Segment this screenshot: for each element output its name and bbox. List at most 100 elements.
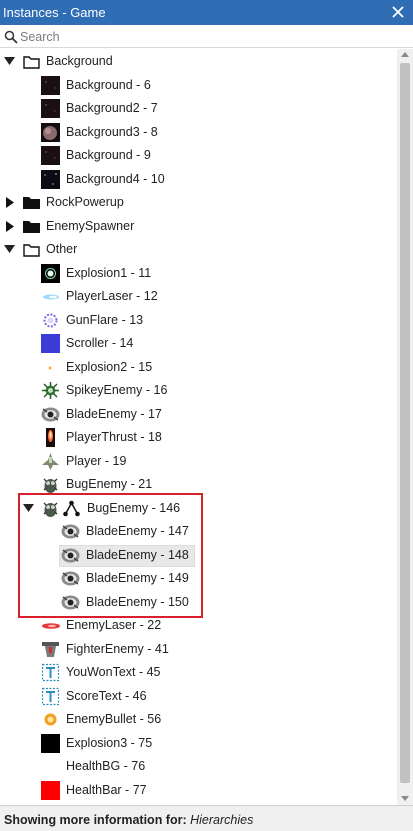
space-background-icon	[41, 146, 60, 165]
blank-icon	[41, 757, 60, 776]
tree-item-label: ScoreText - 46	[66, 688, 147, 703]
instance-tree: Background Background - 6 Background2 - 7 B…	[0, 49, 397, 805]
tree-row[interactable]: BladeEnemy - 147	[0, 520, 397, 543]
tree-item-label: GunFlare - 13	[66, 312, 144, 327]
tree-item-label: BladeEnemy - 149	[86, 571, 189, 585]
tree-item-label: Background3 - 8	[66, 124, 158, 139]
status-bar: Showing more information for: Hierarchie…	[0, 805, 413, 831]
tree-row[interactable]: HealthBG - 76	[0, 755, 397, 778]
scroller-swatch-icon	[41, 334, 60, 353]
tree-row[interactable]: Background - 9	[0, 144, 397, 167]
tree-item-label: Player - 19	[66, 453, 127, 468]
tree-item-label: EnemyLaser - 22	[66, 618, 162, 632]
tree-row[interactable]: FighterEnemy - 41	[0, 638, 397, 661]
folder-closed-icon	[23, 197, 40, 209]
planet-background-icon	[41, 122, 60, 142]
blade-enemy-icon	[41, 407, 60, 421]
tree-item-label: BladeEnemy - 147	[86, 524, 189, 538]
tree-item-label: Explosion1 - 11	[66, 265, 152, 280]
tree-item-label: Explosion3 - 75	[66, 735, 153, 750]
scroll-down-icon[interactable]	[401, 796, 409, 801]
tree-row[interactable]: Background - 6	[0, 74, 397, 97]
tree-row[interactable]: Explosion2 - 15	[0, 356, 397, 379]
tree-row[interactable]: BladeEnemy - 150	[0, 591, 397, 614]
tree-item-label: Background - 9	[66, 148, 151, 162]
tree-item-label: Background2 - 7	[66, 101, 158, 115]
expanded-arrow-icon[interactable]	[23, 503, 34, 514]
tree-item-label: Other	[46, 242, 78, 256]
blade-enemy-icon	[61, 548, 80, 562]
vertical-scrollbar[interactable]	[397, 49, 413, 805]
tree-row[interactable]: Explosion1 - 11	[0, 262, 397, 285]
tree-item-label: Background	[46, 54, 113, 68]
blade-enemy-icon	[61, 595, 80, 609]
window-title: Instances - Game	[3, 5, 106, 20]
search-input[interactable]	[20, 28, 400, 46]
tree-row[interactable]: Background3 - 8	[0, 121, 397, 144]
stars-background-icon	[41, 169, 60, 189]
status-message: Showing more information for: Hierarchie…	[4, 813, 253, 827]
tree-row[interactable]: PlayerLaser - 12	[0, 285, 397, 308]
folder-closed-icon	[23, 220, 40, 233]
tree-row[interactable]: Player - 19	[0, 450, 397, 473]
tree-row[interactable]: SpikeyEnemy - 16	[0, 379, 397, 402]
tree-item-label: BladeEnemy - 150	[86, 594, 189, 609]
tree-row[interactable]: YouWonText - 45	[0, 661, 397, 684]
flare-icon	[43, 313, 58, 327]
search-icon	[4, 30, 18, 44]
blade-enemy-icon	[61, 571, 80, 586]
status-prefix: Showing more information for:	[4, 813, 187, 827]
title-bar: Instances - Game	[0, 0, 413, 25]
tree-item-label: Scroller - 14	[66, 336, 134, 350]
explosion-icon	[41, 263, 60, 283]
scroll-thumb[interactable]	[400, 63, 410, 783]
search-bar	[0, 25, 413, 48]
tree-row[interactable]: Scroller - 14	[0, 332, 397, 355]
spark-icon	[48, 366, 52, 369]
tree-item-label: BladeEnemy - 17	[66, 406, 162, 421]
tree-row[interactable]: BladeEnemy - 148	[0, 544, 397, 567]
bug-enemy-icon	[43, 502, 58, 517]
close-icon[interactable]	[389, 3, 407, 21]
folder-row[interactable]: EnemySpawner	[0, 215, 397, 238]
folder-row[interactable]: RockPowerup	[0, 191, 397, 214]
bullet-icon	[44, 713, 57, 726]
expanded-arrow-icon[interactable]	[4, 244, 15, 255]
folder-open-icon	[23, 244, 40, 257]
tree-row[interactable]: Background4 - 10	[0, 168, 397, 191]
folder-row[interactable]: Other	[0, 238, 397, 261]
laser-icon	[43, 294, 59, 300]
tree-row[interactable]: GunFlare - 13	[0, 309, 397, 332]
folder-row[interactable]: Background	[0, 50, 397, 73]
spikey-enemy-icon	[42, 382, 59, 399]
tree-item-label: BugEnemy - 146	[87, 500, 181, 515]
tree-row[interactable]: EnemyLaser - 22	[0, 614, 397, 637]
fighter-enemy-icon	[42, 641, 59, 657]
text-object-icon	[41, 663, 60, 682]
thrust-icon	[46, 428, 55, 447]
tree-item-label: Background - 6	[66, 77, 151, 92]
tree-row[interactable]: Background2 - 7	[0, 97, 397, 120]
tree-row[interactable]: BugEnemy - 21	[0, 473, 397, 496]
tree-row[interactable]: PlayerThrust - 18	[0, 426, 397, 449]
text-object-icon	[41, 687, 60, 705]
tree-item-label: SpikeyEnemy - 16	[66, 383, 168, 397]
scroll-up-icon[interactable]	[401, 52, 409, 57]
collapsed-arrow-icon[interactable]	[4, 197, 15, 208]
tree-item-label: HealthBG - 76	[66, 759, 146, 773]
tree-row[interactable]: ScoreText - 46	[0, 685, 397, 708]
collapsed-arrow-icon[interactable]	[4, 220, 15, 232]
tree-item-label: YouWonText - 45	[66, 665, 161, 679]
tree-item-label: BladeEnemy - 148	[86, 547, 189, 562]
tree-row[interactable]: EnemyBullet - 56	[0, 708, 397, 731]
tree-row[interactable]: BugEnemy - 146	[0, 497, 397, 520]
tree-row[interactable]: HealthBar - 77	[0, 779, 397, 802]
expanded-arrow-icon[interactable]	[4, 56, 15, 67]
tree-item-label: Background4 - 10	[66, 171, 165, 186]
tree-item-label: HealthBar - 77	[66, 782, 147, 797]
tree-row[interactable]: BladeEnemy - 149	[0, 567, 397, 590]
tree-row[interactable]: BladeEnemy - 17	[0, 403, 397, 426]
tree-row[interactable]: Explosion3 - 75	[0, 732, 397, 755]
black-swatch-icon	[41, 733, 60, 753]
tree-item-label: RockPowerup	[46, 195, 124, 209]
